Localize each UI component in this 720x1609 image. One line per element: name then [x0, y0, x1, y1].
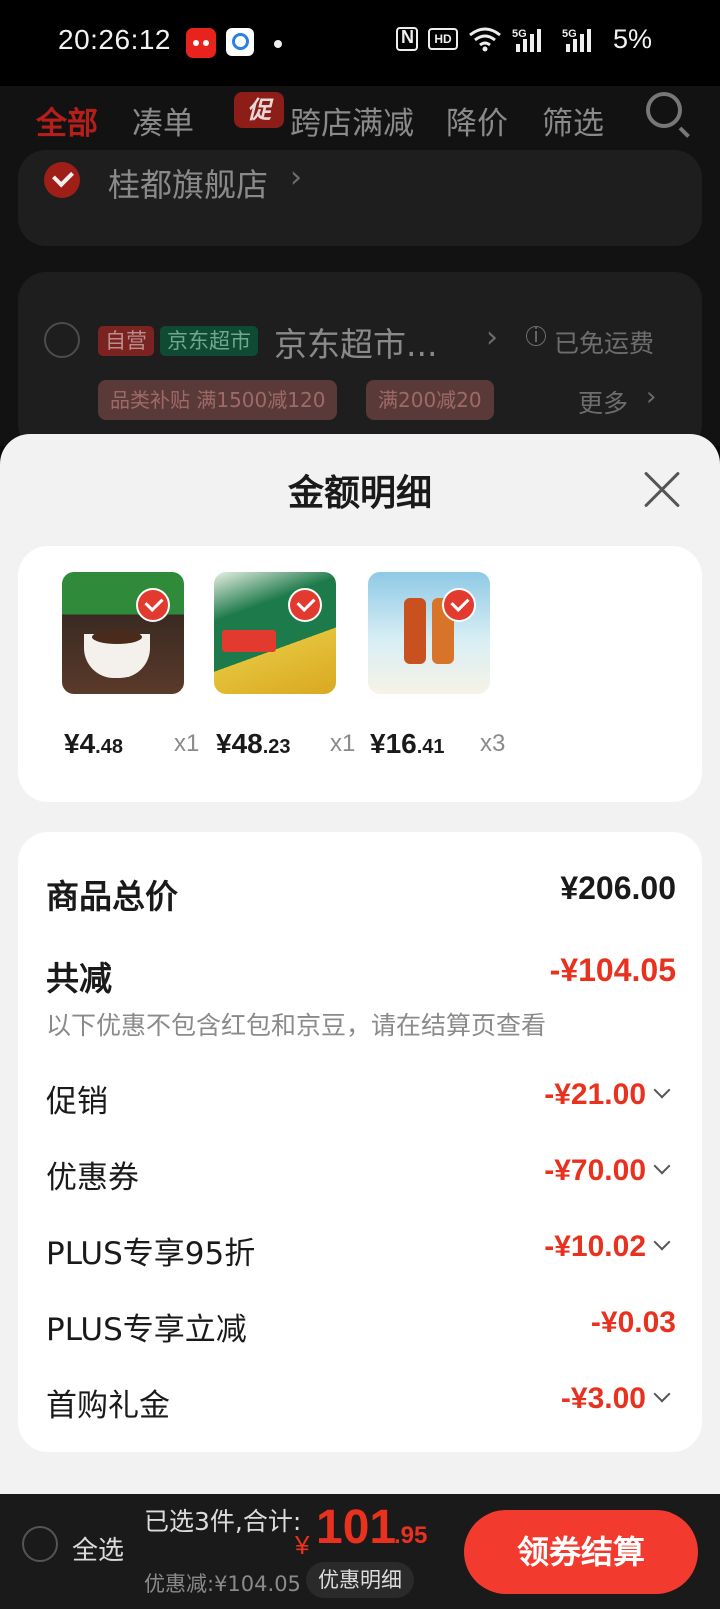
more-coupons-link[interactable]: 更多: [578, 384, 628, 420]
total-amount-decimal: .95: [394, 1522, 428, 1549]
promotion-label: 促销: [46, 1084, 108, 1120]
discount-note: 以下优惠不包含红包和京豆，请在结算页查看: [46, 1011, 547, 1040]
select-all-label[interactable]: 全选: [72, 1530, 124, 1567]
tab-filter[interactable]: 筛选: [542, 98, 604, 143]
info-icon[interactable]: i: [526, 325, 546, 346]
chevron-down-icon[interactable]: [653, 1233, 671, 1251]
plus-discount-label: PLUS专享95折: [46, 1236, 256, 1272]
chevron-right-icon: ›: [486, 320, 498, 355]
search-icon[interactable]: [646, 92, 682, 128]
chevron-right-icon: ›: [290, 160, 302, 195]
item-check-icon: [288, 588, 322, 622]
item-qty: x3: [480, 730, 506, 757]
signal-icon: 5G: [512, 28, 541, 52]
total-currency: ¥: [295, 1530, 310, 1560]
product-image-coffee[interactable]: [62, 572, 184, 694]
chevron-down-icon[interactable]: [653, 1081, 671, 1099]
status-bar: 20:26:12 HD 5G 5G 5%: [0, 0, 720, 86]
svg-text:5G: 5G: [562, 28, 577, 40]
tab-price-drop[interactable]: 降价: [446, 98, 508, 143]
first-purchase-gift-label: 首购礼金: [46, 1388, 170, 1424]
total-reduction-value: -¥104.05: [549, 952, 676, 988]
goods-item[interactable]: ¥16.41 x3: [368, 572, 505, 759]
coupon-label: 优惠券: [46, 1160, 139, 1196]
promo-badge: 促: [234, 92, 284, 128]
store-name[interactable]: 桂都旗舰店: [108, 160, 268, 206]
coupon-pill-200[interactable]: 满200减20: [366, 380, 494, 420]
store-name[interactable]: 京东超市...: [274, 318, 437, 366]
selected-summary: 已选3件,合计:: [144, 1507, 302, 1536]
item-price: ¥48.23: [216, 728, 291, 759]
chevron-down-icon[interactable]: [653, 1385, 671, 1403]
promotion-value[interactable]: -¥21.00: [544, 1078, 646, 1112]
discount-summary: 优惠减:¥104.05: [144, 1572, 301, 1596]
select-all-checkbox[interactable]: [22, 1526, 58, 1562]
chevron-right-icon: ›: [646, 382, 657, 412]
jd-supermarket-tag: 京东超市: [160, 326, 258, 356]
shipping-status: 已免运费: [554, 329, 655, 358]
svg-text:5G: 5G: [512, 28, 527, 40]
store-check-icon[interactable]: [44, 322, 80, 358]
total-reduction-label: 共减: [46, 959, 112, 998]
store-card-guidu: 桂都旗舰店 ›: [18, 150, 702, 246]
discount-detail-button[interactable]: 优惠明细: [306, 1562, 414, 1598]
goods-item[interactable]: ¥48.23 x1: [214, 572, 355, 759]
item-qty: x1: [174, 730, 200, 757]
product-image-flytrap[interactable]: [214, 572, 336, 694]
tab-bundle[interactable]: 凑单: [132, 98, 194, 143]
self-operated-tag: 自营: [98, 326, 154, 356]
item-check-icon: [136, 588, 170, 622]
amount-detail-sheet: 金额明细 ¥4.48 x1 ¥48.23 x1 ¥16.41 x3 商品总价 ¥…: [0, 434, 720, 1494]
total-price-value: ¥206.00: [560, 870, 676, 906]
item-check-icon: [442, 588, 476, 622]
status-time: 20:26:12: [58, 24, 171, 55]
checkout-bar: 全选 已选3件,合计: ¥ 101 .95 优惠减:¥104.05 优惠明细 领…: [0, 1494, 720, 1609]
store-check-icon[interactable]: [44, 162, 80, 198]
plus-discount-value[interactable]: -¥10.02: [544, 1230, 646, 1264]
nfc-icon: [396, 27, 418, 51]
checkout-button[interactable]: 领券结算: [464, 1510, 698, 1594]
first-purchase-gift-value[interactable]: -¥3.00: [561, 1382, 646, 1416]
coupon-pill-category[interactable]: 品类补贴 满1500减120: [98, 380, 338, 420]
tab-cross-store[interactable]: 跨店满减: [290, 98, 414, 143]
chevron-down-icon[interactable]: [653, 1157, 671, 1175]
item-price: ¥16.41: [370, 728, 445, 759]
tmall-app-icon: [186, 28, 216, 58]
store-card-jd: 自营 京东超市 京东超市... › i 已免运费 品类补贴 满1500减120 …: [18, 272, 702, 452]
wifi-icon: [469, 27, 501, 52]
item-qty: x1: [330, 730, 356, 757]
sheet-title: 金额明细: [287, 473, 432, 514]
hd-icon: HD: [428, 28, 458, 50]
product-image-lemon-tea[interactable]: [368, 572, 490, 694]
plus-reduction-value: -¥0.03: [590, 1306, 676, 1339]
total-price-label: 商品总价: [46, 877, 178, 916]
coupon-value[interactable]: -¥70.00: [544, 1154, 646, 1188]
total-amount: 101: [316, 1501, 397, 1554]
tab-all[interactable]: 全部: [36, 98, 98, 143]
price-detail-card: 商品总价 ¥206.00 共减 -¥104.05 以下优惠不包含红包和京豆，请在…: [18, 832, 702, 1452]
goods-item[interactable]: ¥4.48 x1: [62, 572, 199, 759]
plus-reduction-label: PLUS专享立减: [46, 1312, 247, 1348]
item-price: ¥4.48: [64, 728, 123, 759]
notification-dot-icon: [274, 40, 282, 48]
goods-card: ¥4.48 x1 ¥48.23 x1 ¥16.41 x3: [18, 546, 702, 802]
close-icon[interactable]: [640, 468, 684, 512]
signal-icon-2: 5G: [562, 28, 591, 52]
search-app-icon: [226, 28, 254, 56]
battery-level: 5%: [612, 24, 652, 54]
